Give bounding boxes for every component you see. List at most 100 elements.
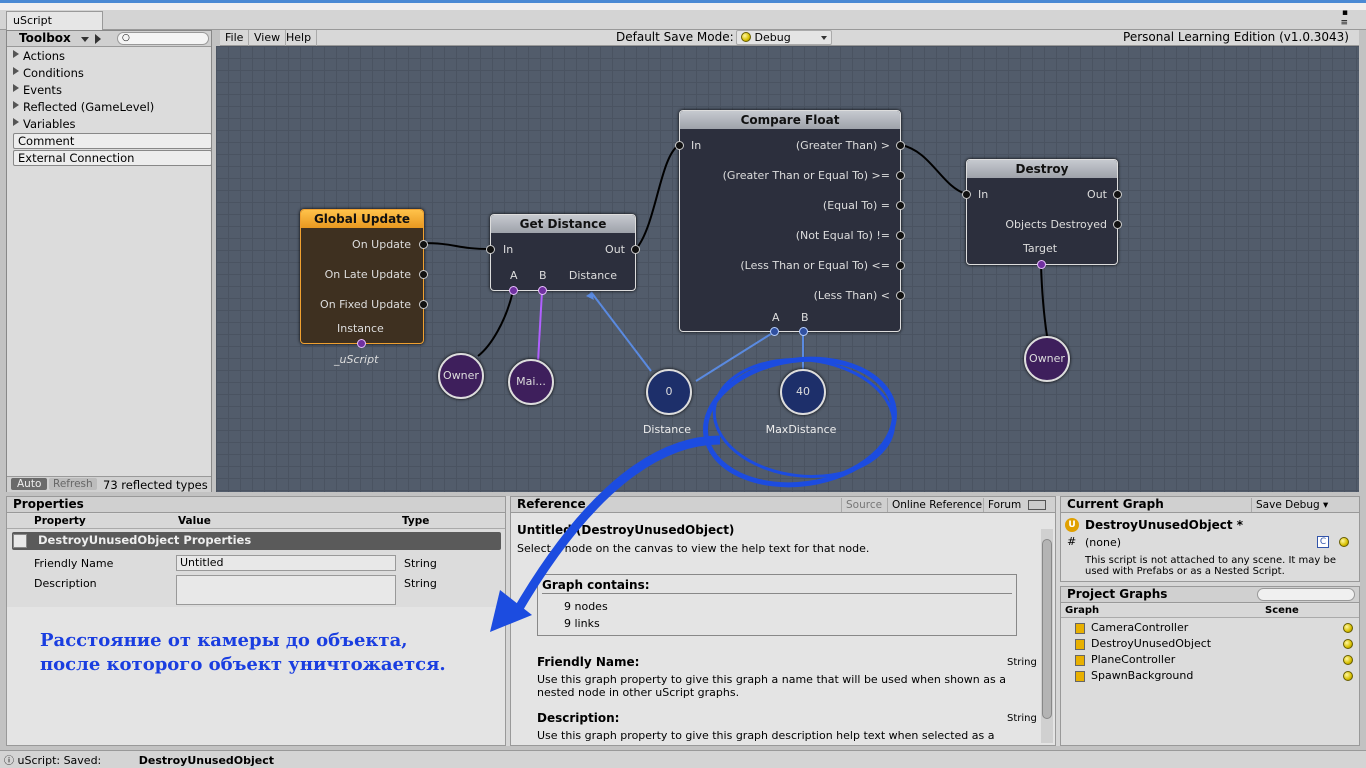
toolbox-footer: Auto Refresh 73 reflected types bbox=[7, 476, 211, 492]
variable-main-camera[interactable]: Mai... bbox=[508, 359, 554, 405]
node-global-update[interactable]: Global Update On Update On Late Update O… bbox=[300, 209, 428, 348]
csharp-icon[interactable]: C bbox=[1317, 536, 1329, 548]
tab-online-reference[interactable]: Online Reference bbox=[887, 498, 986, 512]
project-graph-item[interactable]: SpawnBackground bbox=[1075, 669, 1359, 685]
socket-less-equal[interactable] bbox=[896, 261, 905, 270]
node-compare-float[interactable]: Compare Float In (Greater Than) > (Great… bbox=[675, 110, 905, 336]
top-strip bbox=[0, 0, 1366, 10]
node-count: 9 nodes bbox=[564, 600, 608, 613]
tree-item-events[interactable]: Events bbox=[13, 83, 62, 97]
tree-item-variables[interactable]: Variables bbox=[13, 117, 76, 131]
node-get-distance[interactable]: Get Distance In Out A B Distance bbox=[486, 214, 640, 295]
friendly-name-label: Friendly Name: bbox=[537, 655, 640, 669]
variable-maxdistance[interactable]: 40 bbox=[780, 369, 826, 415]
save-mode-dropdown[interactable]: Debug bbox=[736, 30, 832, 45]
node-title: Compare Float bbox=[680, 111, 900, 129]
window-tab[interactable]: uScript bbox=[6, 11, 103, 30]
expand-arrow-icon[interactable] bbox=[13, 84, 19, 92]
socket-label: Target bbox=[1023, 242, 1058, 255]
project-graph-item[interactable]: DestroyUnusedObject bbox=[1075, 637, 1359, 653]
socket-on-fixed-update[interactable] bbox=[419, 300, 428, 309]
expand-arrow-icon[interactable] bbox=[13, 118, 19, 126]
save-debug-button[interactable]: Save Debug ▾ bbox=[1251, 498, 1339, 512]
node-destroy[interactable]: Destroy In Out Objects Destroyed Target bbox=[962, 159, 1122, 269]
comment-button[interactable]: Comment bbox=[13, 133, 212, 149]
link-distance-to-output bbox=[590, 291, 652, 372]
reference-scrollbar[interactable] bbox=[1041, 529, 1053, 743]
tree-label: Reflected (GameLevel) bbox=[23, 100, 155, 114]
socket-objects-destroyed[interactable] bbox=[1113, 220, 1122, 229]
reference-hint: Select a node on the canvas to view the … bbox=[517, 542, 870, 555]
socket-label: On Fixed Update bbox=[320, 298, 411, 311]
menu-help[interactable]: Help bbox=[281, 30, 318, 46]
socket-label: A bbox=[772, 311, 780, 324]
expand-arrow-icon[interactable] bbox=[13, 101, 19, 109]
menu-file[interactable]: File bbox=[220, 30, 250, 46]
socket-label: (Equal To) = bbox=[822, 199, 890, 212]
divider bbox=[542, 593, 1012, 594]
tab-source[interactable]: Source bbox=[841, 498, 886, 512]
variable-owner-2[interactable]: Owner bbox=[1024, 336, 1070, 382]
tree-item-actions[interactable]: Actions bbox=[13, 49, 66, 63]
socket-b[interactable] bbox=[538, 286, 547, 295]
properties-group-header[interactable]: DestroyUnusedObject Properties bbox=[12, 532, 501, 550]
socket-label: Distance bbox=[568, 269, 617, 282]
current-graph-panel: Current Graph Save Debug ▾ U DestroyUnus… bbox=[1060, 496, 1360, 582]
socket-in[interactable] bbox=[962, 190, 971, 199]
socket-label: Instance bbox=[337, 322, 384, 335]
toolbox-header: Toolbox ○ bbox=[7, 31, 211, 47]
tree-item-reflected[interactable]: Reflected (GameLevel) bbox=[13, 100, 155, 114]
socket-a[interactable] bbox=[770, 327, 779, 336]
column-header: Value bbox=[178, 515, 211, 527]
socket-on-update[interactable] bbox=[419, 240, 428, 249]
node-title: Global Update bbox=[301, 210, 423, 228]
socket-equal[interactable] bbox=[896, 201, 905, 210]
tree-item-conditions[interactable]: Conditions bbox=[13, 66, 84, 80]
scrollbar-thumb[interactable] bbox=[1042, 539, 1052, 719]
socket-out[interactable] bbox=[631, 245, 640, 254]
tree-label: Actions bbox=[23, 49, 66, 63]
socket-greater-than[interactable] bbox=[896, 141, 905, 150]
column-header: Type bbox=[402, 515, 430, 527]
toolbox-expand-icon[interactable] bbox=[95, 34, 101, 44]
project-graph-item[interactable]: PlaneController bbox=[1075, 653, 1359, 669]
auto-button[interactable]: Auto bbox=[11, 478, 48, 490]
socket-b[interactable] bbox=[799, 327, 808, 336]
project-search-input[interactable] bbox=[1257, 588, 1355, 601]
collapse-icon[interactable] bbox=[13, 534, 27, 548]
toolbox-dropdown-icon[interactable] bbox=[81, 37, 89, 42]
expand-arrow-icon[interactable] bbox=[13, 67, 19, 75]
status-icon bbox=[1343, 623, 1353, 633]
socket-greater-equal[interactable] bbox=[896, 171, 905, 180]
socket-label: A bbox=[510, 269, 518, 282]
external-connection-button[interactable]: External Connection bbox=[13, 150, 212, 166]
socket-in[interactable] bbox=[675, 141, 684, 150]
socket-instance[interactable] bbox=[357, 339, 366, 348]
search-icon: ○ bbox=[122, 33, 130, 43]
socket-on-late-update[interactable] bbox=[419, 270, 428, 279]
description-input[interactable] bbox=[176, 575, 396, 605]
toolbox-search-input[interactable]: ○ bbox=[117, 32, 209, 45]
info-icon: ⓘ bbox=[4, 756, 14, 767]
link-destroy-target-to-owner bbox=[1040, 264, 1048, 337]
window-menu-icon[interactable]: ▪ ≡ bbox=[1340, 8, 1348, 28]
socket-label: (Greater Than or Equal To) >= bbox=[722, 169, 890, 182]
tab-forum[interactable]: Forum bbox=[983, 498, 1025, 512]
graph-name: CameraController bbox=[1091, 621, 1189, 634]
friendly-name-input[interactable]: Untitled bbox=[176, 555, 396, 571]
socket-target[interactable] bbox=[1037, 260, 1046, 269]
socket-out[interactable] bbox=[1113, 190, 1122, 199]
keyboard-icon[interactable] bbox=[1028, 500, 1046, 510]
annotation-line: Расстояние от камеры до объекта, bbox=[40, 630, 408, 651]
socket-in[interactable] bbox=[486, 245, 495, 254]
project-graph-item[interactable]: CameraController bbox=[1075, 621, 1359, 637]
socket-a[interactable] bbox=[509, 286, 518, 295]
expand-arrow-icon[interactable] bbox=[13, 50, 19, 58]
graph-canvas[interactable]: Global Update On Update On Late Update O… bbox=[216, 46, 1359, 492]
variable-distance[interactable]: 0 bbox=[646, 369, 692, 415]
refresh-button[interactable]: Refresh bbox=[49, 478, 97, 490]
socket-less-than[interactable] bbox=[896, 291, 905, 300]
socket-not-equal[interactable] bbox=[896, 231, 905, 240]
variable-owner[interactable]: Owner bbox=[438, 353, 484, 399]
variable-maxdistance-label: MaxDistance bbox=[765, 423, 837, 436]
